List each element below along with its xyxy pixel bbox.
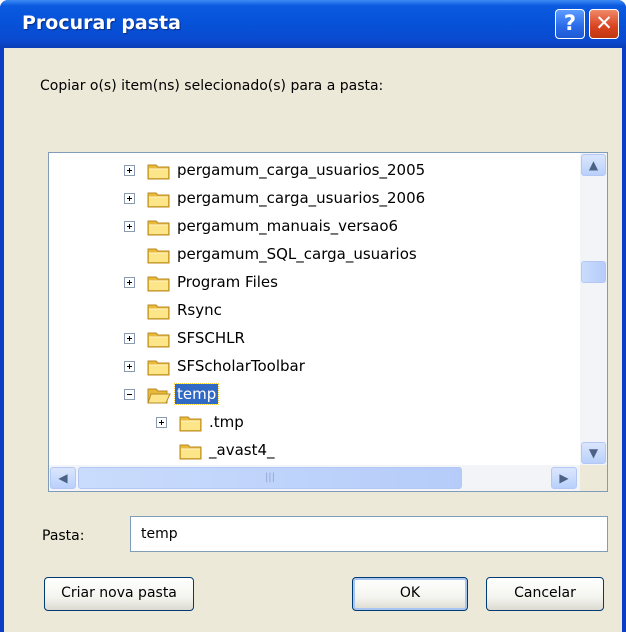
folder-icon	[147, 358, 171, 376]
tree-item[interactable]: pergamum_carga_usuarios_2006	[49, 186, 569, 212]
expand-icon[interactable]	[124, 221, 135, 232]
tree-item-label: _avast4_	[209, 441, 275, 459]
expand-icon[interactable]	[124, 277, 135, 288]
horizontal-scroll-thumb[interactable]: |||	[78, 467, 462, 489]
folder-icon	[147, 162, 171, 180]
folder-icon	[147, 330, 171, 348]
tree-item[interactable]: pergamum_manuais_versao6	[49, 214, 569, 240]
folder-icon	[147, 302, 171, 320]
tree-item[interactable]: pergamum_carga_usuarios_2005	[49, 158, 569, 184]
tree-item-label: temp	[173, 383, 220, 405]
arrow-right-icon: ▶	[559, 471, 569, 485]
close-button[interactable]: ✕	[589, 9, 619, 39]
instruction-text: Copiar o(s) item(ns) selecionado(s) para…	[40, 78, 384, 94]
arrow-down-icon: ▼	[588, 446, 599, 460]
folder-icon	[147, 218, 171, 236]
tree-item[interactable]: SFSCHLR	[49, 326, 569, 352]
tree-item[interactable]: pergamum_SQL_carga_usuarios	[49, 242, 569, 268]
expand-icon[interactable]	[124, 333, 135, 344]
folder-icon	[147, 190, 171, 208]
expand-icon[interactable]	[124, 193, 135, 204]
scroll-left-button[interactable]: ◀	[50, 467, 76, 489]
folder-icon	[147, 246, 171, 264]
vertical-scroll-thumb[interactable]	[581, 261, 606, 283]
vertical-scrollbar[interactable]: ▲ ▼	[580, 153, 607, 465]
expand-icon[interactable]	[124, 361, 135, 372]
open-folder-icon	[147, 386, 171, 404]
tree-item[interactable]: temp	[49, 382, 569, 408]
horizontal-scrollbar[interactable]: ◀ ||| ▶	[49, 465, 607, 491]
collapse-icon[interactable]	[124, 389, 135, 400]
folder-icon	[147, 274, 171, 292]
scroll-grip-icon: |||	[264, 472, 276, 483]
close-icon: ✕	[595, 11, 613, 35]
cancel-button[interactable]: Cancelar	[486, 577, 604, 611]
tree-item[interactable]: _avast4_	[49, 438, 569, 464]
title-bar[interactable]: Procurar pasta ? ✕	[0, 0, 626, 48]
scroll-right-button[interactable]: ▶	[551, 467, 577, 489]
tree-item-label: SFScholarToolbar	[177, 357, 305, 375]
dialog-window: Procurar pasta ? ✕ Copiar o(s) item(ns) …	[0, 0, 626, 632]
tree-item-label: pergamum_carga_usuarios_2005	[177, 161, 426, 179]
folder-name-input[interactable]: temp	[130, 516, 608, 552]
tree-item-label: Rsync	[177, 301, 222, 319]
tree-item-label: pergamum_manuais_versao6	[177, 217, 399, 235]
help-button[interactable]: ?	[555, 9, 585, 39]
folder-tree[interactable]: pergamum_carga_usuarios_2005 pergamum_car…	[48, 152, 608, 492]
tree-item[interactable]: Rsync	[49, 298, 569, 324]
expand-icon[interactable]	[124, 165, 135, 176]
tree-item-label: Program Files	[177, 273, 278, 291]
expand-icon[interactable]	[156, 417, 167, 428]
scroll-up-button[interactable]: ▲	[581, 154, 606, 176]
window-title: Procurar pasta	[22, 12, 181, 34]
scroll-down-button[interactable]: ▼	[581, 442, 606, 464]
tree-item[interactable]: SFScholarToolbar	[49, 354, 569, 380]
tree-item-label: pergamum_carga_usuarios_2006	[177, 189, 426, 207]
tree-item-label: .tmp	[209, 413, 244, 431]
folder-icon	[179, 442, 203, 460]
arrow-up-icon: ▲	[588, 158, 599, 172]
folder-field-label: Pasta:	[42, 528, 85, 544]
tree-item[interactable]: .tmp	[49, 410, 569, 436]
scrollbar-corner	[580, 465, 607, 491]
tree-item-label: pergamum_SQL_carga_usuarios	[177, 245, 417, 263]
tree-item-label: SFSCHLR	[177, 329, 245, 347]
folder-icon	[179, 414, 203, 432]
ok-button[interactable]: OK	[352, 577, 468, 611]
tree-item[interactable]: Program Files	[49, 270, 569, 296]
arrow-left-icon: ◀	[58, 471, 68, 485]
new-folder-button[interactable]: Criar nova pasta	[44, 577, 194, 611]
